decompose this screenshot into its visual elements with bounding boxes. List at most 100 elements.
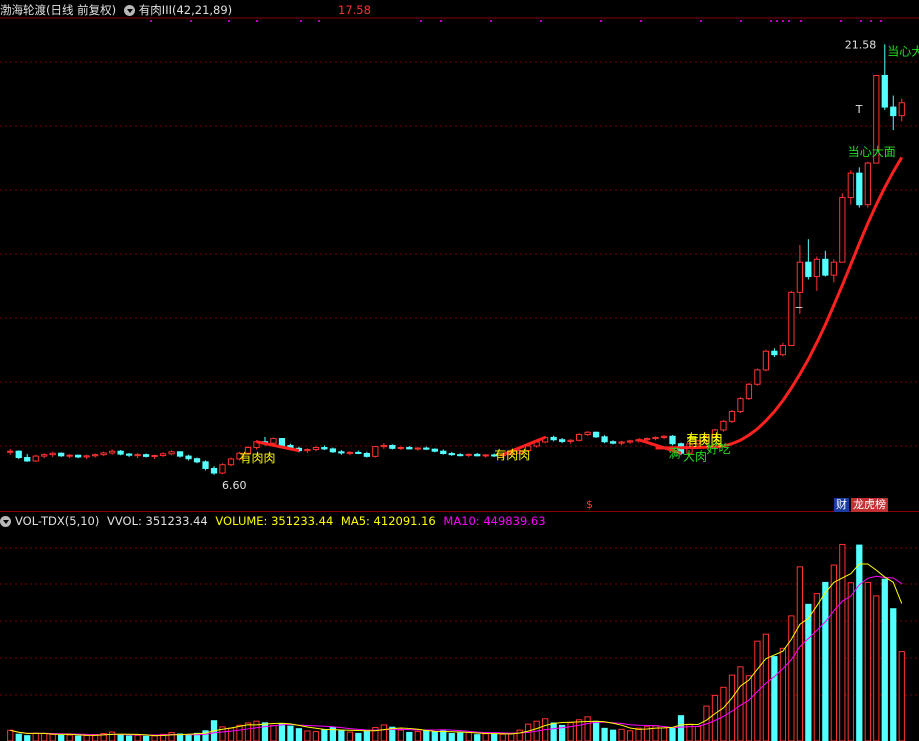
ma10-value: MA10: 449839.63: [443, 514, 546, 528]
candle-body: [270, 438, 277, 444]
volume-bar: [355, 732, 362, 741]
candle-body: [134, 454, 141, 457]
volume-bar: [440, 730, 447, 741]
volume-bar: [142, 735, 150, 741]
volume-bar: [618, 728, 625, 741]
candle-body: [898, 102, 905, 117]
price-gridlines: [0, 17, 919, 512]
volume-menu-icon[interactable]: [0, 516, 11, 527]
finance-badge[interactable]: 财: [834, 498, 849, 512]
volume-bar: [762, 633, 770, 741]
candle-body: [312, 446, 320, 450]
candle-body: [822, 258, 829, 276]
volume-bar: [822, 581, 829, 741]
volume-bar: [890, 608, 897, 741]
candle-body: [423, 447, 430, 450]
volume-bar: [499, 733, 506, 741]
volume-bar: [397, 729, 404, 741]
volume-bar: [41, 732, 48, 741]
volume-bar: [465, 732, 472, 741]
volume-bar: [168, 732, 175, 741]
volume-bar: [482, 733, 489, 741]
marker-dot: [300, 20, 302, 22]
volume-bar: [898, 651, 905, 741]
dollar-marker: $: [586, 498, 593, 511]
signal-buy-label: 有肉肉: [239, 451, 275, 465]
candle-body: [151, 455, 158, 458]
volume-bar: [711, 694, 719, 741]
volume-bar: [406, 731, 413, 741]
volume-bar: [338, 730, 345, 741]
volume-bar: [7, 729, 14, 741]
volume-bar: [856, 544, 863, 741]
candle-body: [754, 369, 761, 385]
volume-bar: [363, 729, 370, 741]
candle-body: [83, 455, 90, 458]
indicator-menu-icon[interactable]: [123, 5, 135, 16]
candle-body: [847, 172, 854, 199]
candle-body: [159, 453, 167, 457]
indicator-name[interactable]: 有肉III: [139, 3, 172, 17]
volume-bar: [457, 732, 464, 741]
marker-dot: [190, 20, 192, 22]
volume-indicator-name[interactable]: VOL-TDX(5,10): [15, 514, 99, 528]
candle-body: [49, 452, 56, 456]
volume-bar: [779, 647, 787, 741]
candle-body: [482, 454, 489, 457]
candle-body: [567, 439, 574, 442]
marker-dot: [788, 20, 790, 22]
candle-body: [92, 454, 99, 457]
candle-body: [805, 261, 812, 278]
candle-body: [193, 458, 201, 463]
volume-bar: [771, 656, 778, 741]
candle-body: [397, 446, 404, 449]
marker-t: T: [855, 103, 863, 116]
candle-body: [881, 74, 888, 108]
volume-bar: [575, 719, 583, 741]
volume-bar: [227, 727, 235, 741]
volume-bar: [601, 727, 608, 741]
candle-body: [592, 431, 600, 438]
candle-body: [550, 436, 557, 441]
volume-bar: [873, 595, 880, 741]
marker-dot: [776, 20, 778, 22]
signal-warning-label: 当心大面: [848, 145, 896, 159]
dragon-tiger-badge[interactable]: 龙虎榜: [851, 498, 888, 512]
marker-dot: [600, 20, 602, 22]
volume-bar: [728, 674, 736, 741]
volume-bar: [720, 686, 727, 741]
indicator-overlay: 有肉肉有肉肉有肉肉有肉肉满大肉好吃当心大面当心大面6.6021.58T−: [150, 20, 919, 492]
candle-body: [652, 436, 659, 440]
candle-body: [346, 451, 353, 454]
candle-body: [660, 435, 668, 438]
volume-bar: [431, 731, 438, 741]
volume-bar: [312, 731, 320, 741]
candle-body: [796, 261, 803, 293]
price-chart: 有肉肉有肉肉有肉肉有肉肉满大肉好吃当心大面当心大面6.6021.58T−: [0, 17, 919, 512]
volume-bar: [304, 730, 311, 741]
signal-buy-label: 有肉肉: [494, 448, 530, 462]
volume-bar: [745, 675, 753, 741]
volume-bar: [58, 734, 65, 741]
candle-body: [58, 452, 65, 457]
candle-body: [584, 431, 591, 436]
signal-full-label: 满: [669, 447, 681, 461]
volume-bar: [474, 734, 481, 741]
marker-dot: [228, 20, 230, 22]
volume-bar: [635, 727, 642, 741]
candle-body: [75, 454, 82, 458]
marker-dot: [880, 20, 882, 22]
candle-body: [406, 446, 413, 450]
candle-body: [219, 464, 226, 474]
candle-body: [15, 450, 22, 459]
candle-body: [465, 453, 472, 456]
candle-body: [41, 454, 48, 457]
volume-bar: [423, 730, 430, 741]
candle-body: [176, 451, 184, 457]
volume-bar: [151, 735, 158, 741]
ma5-value: MA5: 412091.16: [340, 514, 436, 528]
marker-dot: [770, 20, 772, 22]
indicator-params: (42,21,89): [171, 3, 233, 17]
candle-body: [185, 455, 192, 460]
candle-body: [66, 454, 73, 457]
